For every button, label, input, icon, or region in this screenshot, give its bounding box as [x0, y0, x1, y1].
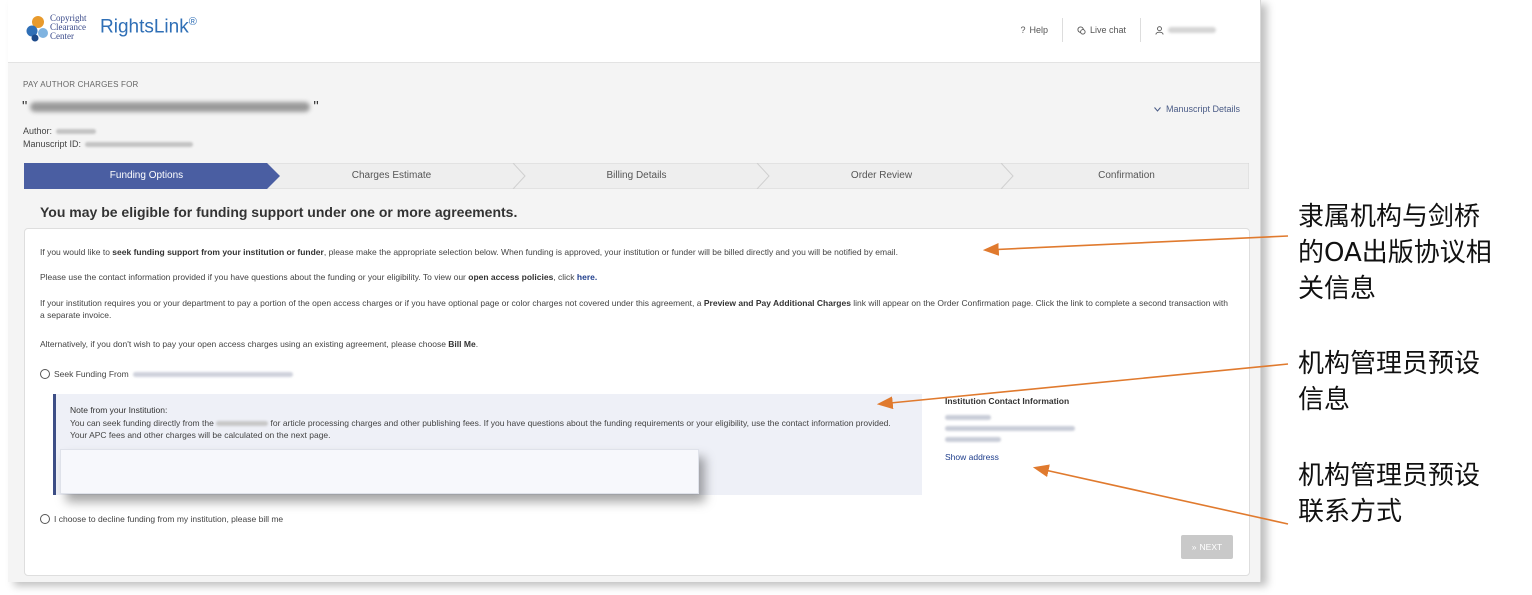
- annotation-arrow-admin-info: [876, 363, 1289, 410]
- annotation-line: 机构管理员预设: [1298, 349, 1481, 379]
- annotation-line: 信息: [1298, 385, 1351, 415]
- annotation-admin-info: 机构管理员预设 信息: [1298, 346, 1480, 418]
- annotation-line: 关信息: [1298, 274, 1377, 304]
- annotation-agreement-info: 隶属机构与剑桥 的OA出版协议相 关信息: [1298, 199, 1492, 307]
- annotation-line: 联系方式: [1298, 497, 1403, 527]
- annotation-admin-contact: 机构管理员预设 联系方式: [1298, 458, 1480, 530]
- annotation-line: 的OA出版协议相: [1298, 238, 1492, 268]
- annotation-arrow-admin-contact: [1032, 464, 1289, 525]
- annotation-line: 隶属机构与剑桥: [1298, 202, 1481, 232]
- annotation-line: 机构管理员预设: [1298, 461, 1481, 491]
- annotation-arrow-agreement: [982, 235, 1289, 256]
